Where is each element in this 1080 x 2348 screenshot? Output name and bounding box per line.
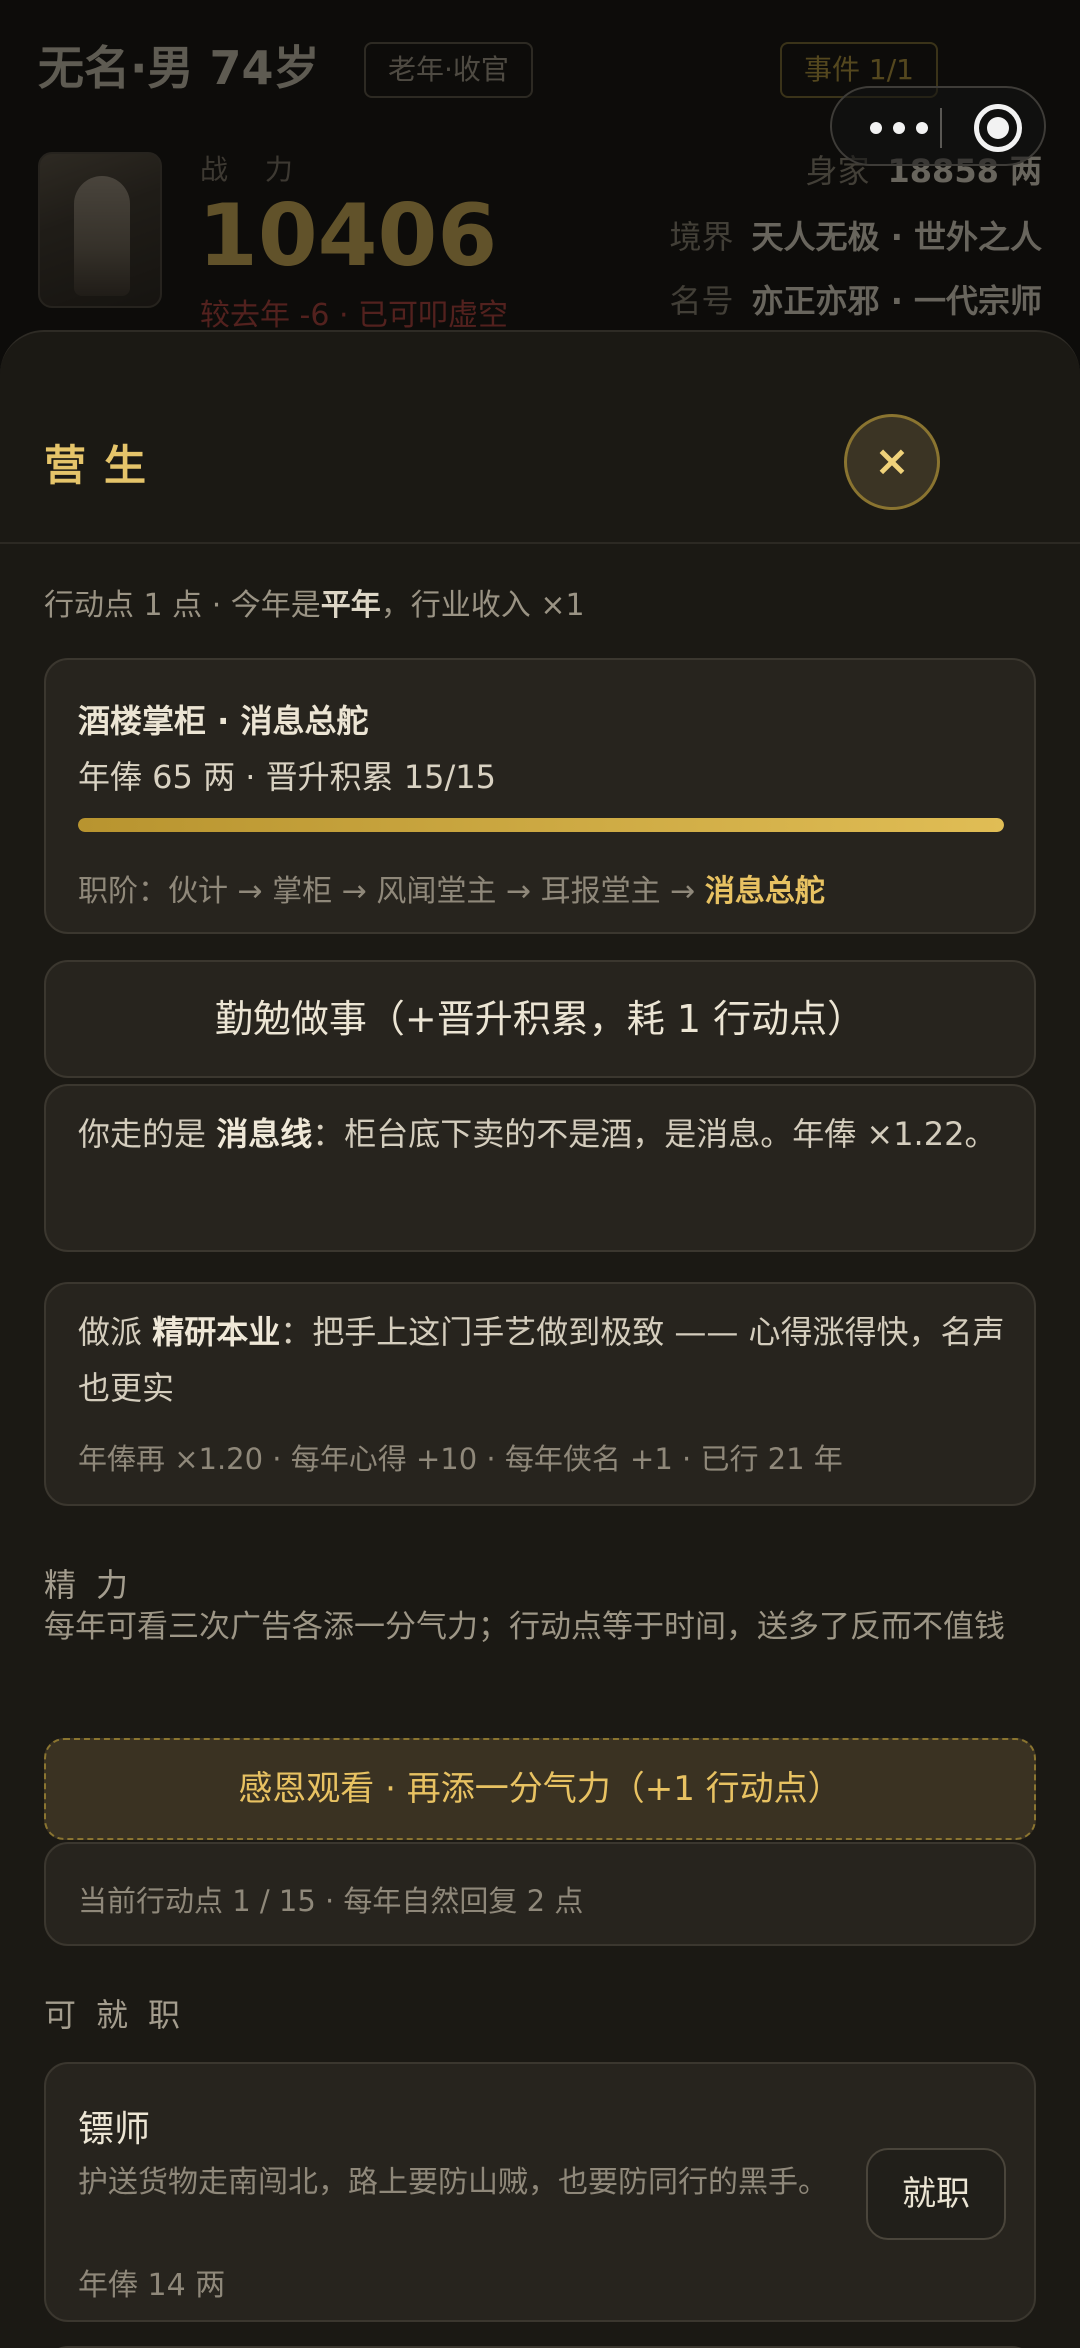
realm-row: 境界 天人无极 · 世外之人 <box>670 212 1042 258</box>
promotion-progress-bar <box>78 818 1004 832</box>
line-prefix: 你走的是 <box>78 1115 207 1153</box>
job-pay: 年俸 65 两 · 晋升积累 15/15 <box>78 758 496 796</box>
offer-pay: 年俸 14 两 <box>78 2268 226 2303</box>
energy-section-label: 精力 <box>44 1566 149 1604</box>
line-name: 消息线 <box>216 1115 313 1153</box>
avatar <box>38 152 162 308</box>
power-delta: 较去年 -6 · 已可叩虚空 <box>200 298 509 333</box>
miniprogram-capsule <box>830 86 1046 166</box>
character-name: 无名·男 74岁 <box>38 41 320 95</box>
power-label: 战 力 <box>200 153 307 186</box>
ap-suffix: ，行业收入 ×1 <box>380 588 585 623</box>
rank-path-prefix: 职阶：伙计 → 掌柜 → 风闻堂主 → 耳报堂主 → <box>78 874 696 909</box>
realm-label: 境界 <box>669 218 734 256</box>
realm-value: 天人无极 · 世外之人 <box>751 218 1042 256</box>
available-jobs-label: 可就职 <box>44 1996 201 2034</box>
action-points-summary: 行动点 1 点 · 今年是平年，行业收入 ×1 <box>44 580 585 624</box>
job-name: 酒楼掌柜 · 消息总舵 <box>78 702 369 740</box>
rank-current: 消息总舵 <box>704 874 825 909</box>
offer-name: 镖师 <box>78 2109 151 2150</box>
offer-description: 护送货物走南闯北，路上要防山贼，也要防同行的黑手。 <box>78 2165 828 2200</box>
close-button[interactable]: × <box>844 414 940 510</box>
portrait-figure <box>74 176 130 296</box>
take-job-button[interactable]: 就职 <box>866 2148 1006 2240</box>
career-line-card: 你走的是 消息线：柜台底下卖的不是酒，是消息。年俸 ×1.22。 <box>44 1084 1036 1252</box>
title-label: 名号 <box>669 282 734 320</box>
more-options-icon[interactable] <box>858 88 940 164</box>
line-suffix: ：柜台底下卖的不是酒，是消息。年俸 ×1.22。 <box>312 1115 997 1153</box>
ap-prefix: 行动点 1 点 · 今年是 <box>44 588 321 623</box>
career-line-text: 你走的是 消息线：柜台底下卖的不是酒，是消息。年俸 ×1.22。 <box>78 1106 1008 1162</box>
energy-description: 每年可看三次广告各添一分气力；行动点等于时间，送多了反而不值钱 <box>44 1609 1005 1645</box>
work-style-card: 做派 精研本业：把手上这门手艺做到极致 —— 心得涨得快，名声也更实 年俸再 ×… <box>44 1282 1036 1506</box>
current-job-card: 酒楼掌柜 · 消息总舵 年俸 65 两 · 晋升积累 15/15 职阶：伙计 →… <box>44 658 1036 934</box>
livelihood-sheet: 营生 × 行动点 1 点 · 今年是平年，行业收入 ×1 酒楼掌柜 · 消息总舵… <box>0 330 1080 2348</box>
path-name: 精研本业 <box>152 1313 281 1351</box>
title-value: 亦正亦邪 · 一代宗师 <box>751 282 1042 320</box>
work-style-text: 做派 精研本业：把手上这门手艺做到极致 —— 心得涨得快，名声也更实 <box>78 1304 1008 1416</box>
promotion-progress-fill <box>78 818 1004 832</box>
rank-path: 职阶：伙计 → 掌柜 → 风闻堂主 → 耳报堂主 → 消息总舵 <box>78 866 825 910</box>
power-value: 10406 <box>198 186 498 286</box>
exit-miniprogram-icon[interactable] <box>974 104 1022 152</box>
work-style-stats: 年俸再 ×1.20 · 每年心得 +10 · 每年侠名 +1 · 已行 21 年 <box>78 1442 843 1476</box>
year-type: 平年 <box>320 588 381 623</box>
path-prefix: 做派 <box>78 1313 143 1351</box>
work-diligently-button[interactable]: 勤勉做事（+晋升积累，耗 1 行动点） <box>44 960 1036 1078</box>
life-stage-badge: 老年·收官 <box>364 42 533 98</box>
character-header: 无名·男 74岁 老年·收官 事件 1/1 战 力 10406 较去年 -6 ·… <box>0 0 1080 340</box>
sheet-title: 营生 <box>44 441 165 490</box>
capsule-divider <box>940 108 942 148</box>
action-points-status-card: 当前行动点 1 / 15 · 每年自然回复 2 点 <box>44 1842 1036 1946</box>
job-offer-card: 镖师 护送货物走南闯北，路上要防山贼，也要防同行的黑手。 年俸 14 两 就职 <box>44 2062 1036 2322</box>
action-points-status: 当前行动点 1 / 15 · 每年自然回复 2 点 <box>78 1884 584 1918</box>
title-row: 名号 亦正亦邪 · 一代宗师 <box>670 276 1042 322</box>
watch-ad-button[interactable]: 感恩观看 · 再添一分气力（+1 行动点） <box>44 1738 1036 1840</box>
sheet-divider <box>0 542 1080 544</box>
